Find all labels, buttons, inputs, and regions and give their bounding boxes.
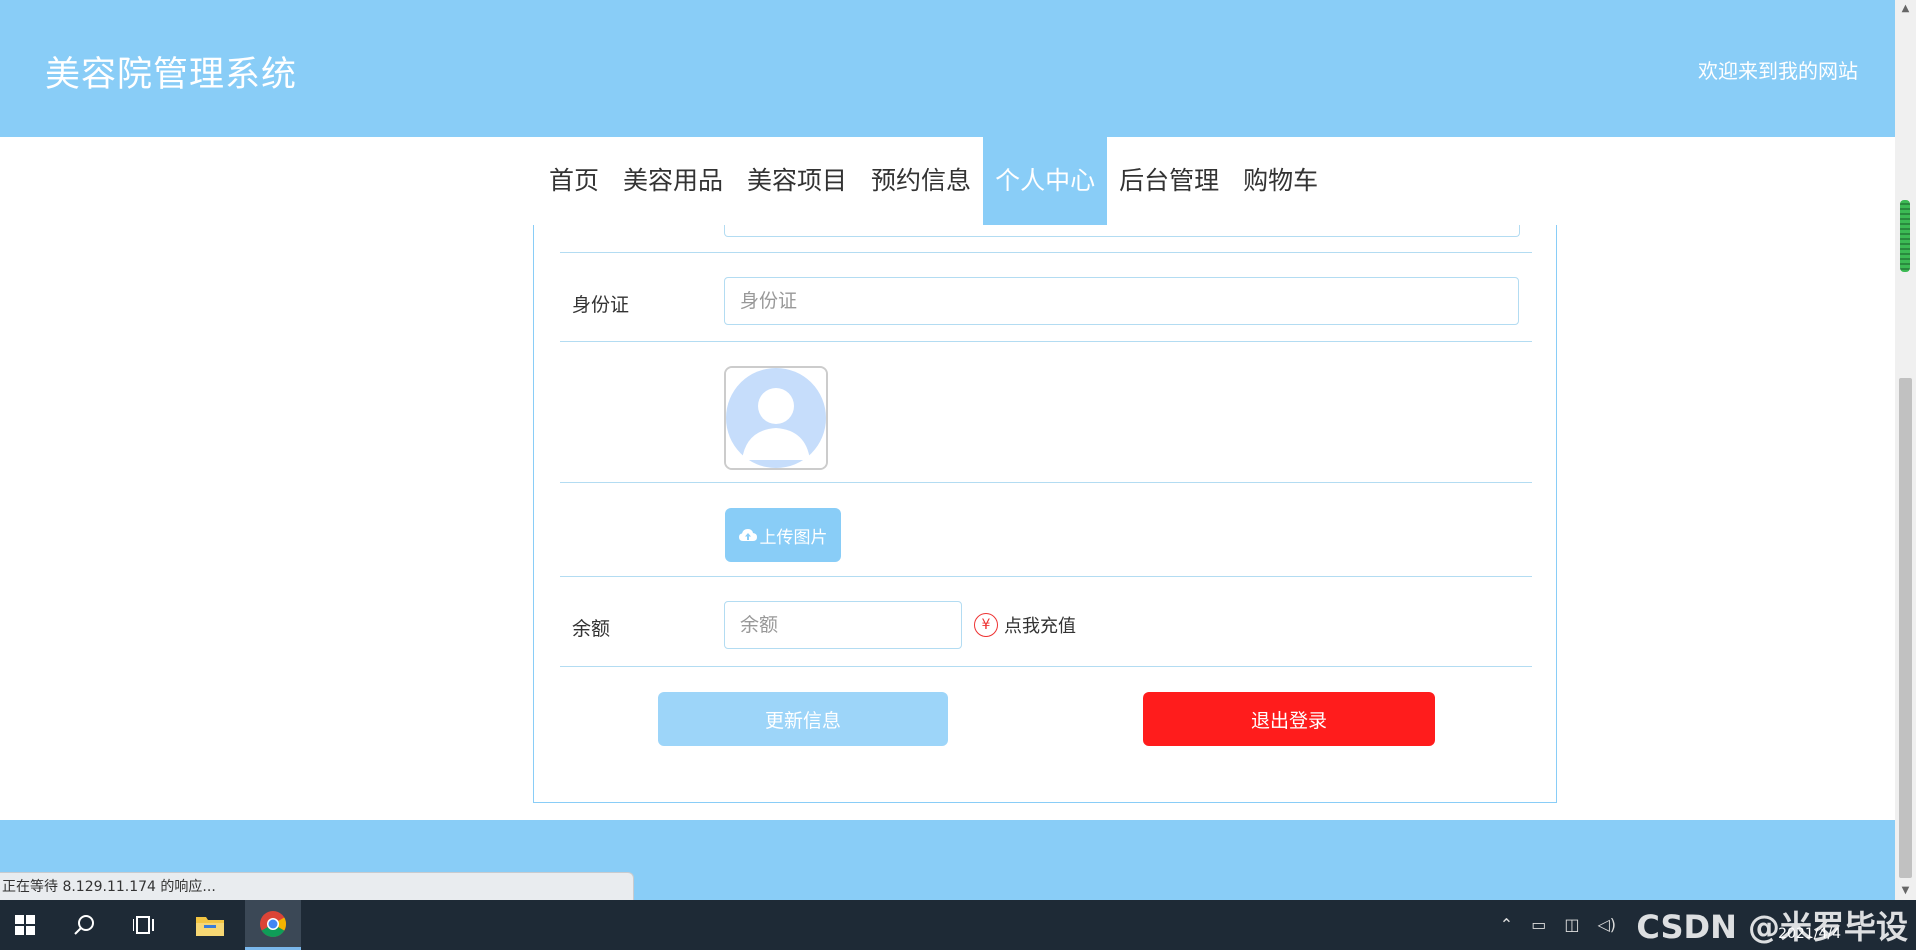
chrome-icon (260, 910, 287, 937)
browser-status-bar: 正在等待 8.129.11.174 的响应... (0, 872, 634, 900)
update-info-button[interactable]: 更新信息 (658, 692, 948, 746)
search-button[interactable] (60, 900, 110, 950)
site-header: 美容院管理系统 欢迎来到我的网站 (0, 0, 1895, 137)
chevron-up-icon[interactable]: ⌃ (1500, 915, 1513, 934)
row-divider (560, 576, 1532, 577)
watermark-text: CSDN @米罗毕设 (1636, 908, 1908, 946)
row-divider (560, 482, 1532, 483)
chrome-button[interactable] (245, 900, 301, 950)
id-card-label: 身份证 (572, 294, 630, 316)
site-title: 美容院管理系统 (45, 55, 298, 95)
nav-item-cart[interactable]: 购物车 (1231, 137, 1330, 225)
tray-icons: ⌃ ▭ ◫ ◁) (1500, 915, 1616, 934)
scrollbar-thumb[interactable] (1899, 378, 1912, 878)
main-nav: 首页 美容用品 美容项目 预约信息 个人中心 后台管理 购物车 (0, 137, 1895, 225)
welcome-text: 欢迎来到我的网站 (1698, 59, 1858, 83)
recharge-link[interactable]: ¥ 点我充值 (974, 612, 1076, 638)
scroll-up-arrow-icon[interactable]: ▲ (1895, 0, 1916, 18)
upload-image-label: 上传图片 (759, 527, 828, 548)
scroll-down-arrow-icon[interactable]: ▼ (1895, 882, 1916, 900)
nav-item-beauty-products[interactable]: 美容用品 (611, 137, 735, 225)
avatar-placeholder-icon (726, 368, 826, 468)
nav-item-personal-center[interactable]: 个人中心 (983, 137, 1108, 225)
task-view-icon (133, 916, 154, 934)
network-icon[interactable]: ◫ (1564, 915, 1579, 934)
nav-item-beauty-projects[interactable]: 美容项目 (735, 137, 859, 225)
yen-icon: ¥ (974, 613, 998, 637)
row-divider (560, 252, 1532, 253)
recharge-label: 点我充值 (1004, 616, 1076, 637)
nav-item-appointments[interactable]: 预约信息 (859, 137, 983, 225)
system-tray: ⌃ ▭ ◫ ◁) 2021/4/4 CSDN @米罗毕设 (1500, 900, 1916, 950)
row-divider (560, 666, 1532, 667)
cloud-upload-icon (738, 529, 757, 541)
balance-label: 余额 (572, 618, 611, 640)
upload-image-button[interactable]: 上传图片 (725, 508, 841, 562)
balance-input[interactable] (724, 601, 962, 649)
logout-button[interactable]: 退出登录 (1143, 692, 1435, 746)
volume-icon[interactable]: ◁) (1597, 915, 1616, 934)
folder-icon (196, 917, 224, 936)
battery-icon[interactable]: ▭ (1531, 915, 1546, 934)
nav-item-home[interactable]: 首页 (537, 137, 611, 225)
page-scrollbar[interactable]: ▲ ▼ (1895, 0, 1916, 900)
file-explorer-button[interactable] (185, 900, 235, 950)
extension-indicator-icon (1900, 200, 1910, 272)
windows-logo-icon (15, 915, 35, 935)
start-button[interactable] (0, 900, 50, 950)
id-card-input[interactable] (724, 277, 1519, 325)
search-icon (74, 915, 94, 935)
profile-form-card: 身份证 上传图片 余额 ¥ 点我充值 更新信息 退出登录 (533, 200, 1557, 803)
row-divider (560, 341, 1532, 342)
windows-taskbar: ⌃ ▭ ◫ ◁) 2021/4/4 CSDN @米罗毕设 (0, 900, 1916, 950)
nav-item-admin[interactable]: 后台管理 (1107, 137, 1231, 225)
task-view-button[interactable] (120, 900, 170, 950)
avatar-image (724, 366, 828, 470)
